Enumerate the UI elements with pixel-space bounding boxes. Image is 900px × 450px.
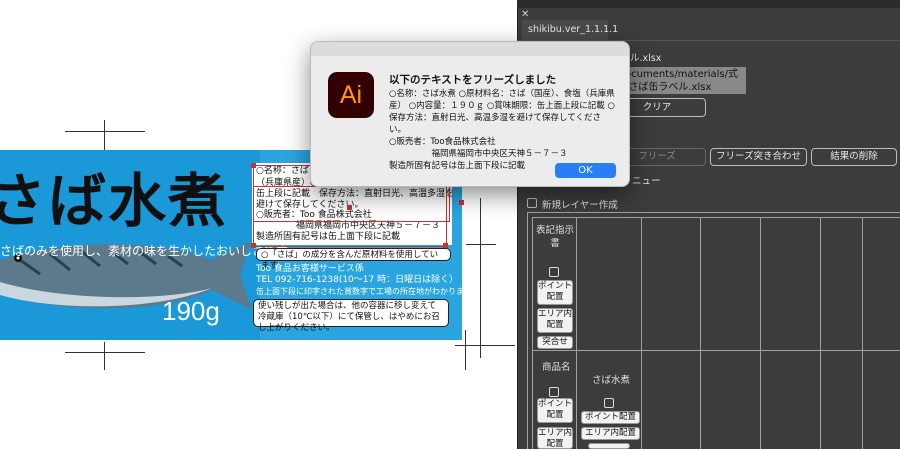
grid-line: [641, 217, 642, 449]
close-icon[interactable]: ✕: [521, 9, 529, 20]
grid-line: [532, 217, 900, 218]
crop-mark: [455, 345, 515, 346]
product-title: さば水煮: [0, 167, 229, 235]
grid-line: [527, 212, 528, 449]
grid-line: [527, 212, 900, 213]
grid-line: [532, 217, 533, 449]
ok-button[interactable]: OK: [555, 163, 616, 178]
service-line: 缶上面下段に印字された賞数字で工場の所在地がわかります: [256, 287, 472, 296]
crop-mark: [65, 131, 145, 132]
grid-line: [862, 217, 863, 449]
text-selection-box[interactable]: [253, 186, 450, 222]
grid-line: [576, 217, 577, 449]
selection-handle[interactable]: [347, 205, 352, 210]
dialog-message: ○名称：さば水煮 ○原材料名：さば（国産）、食塩（兵庫県産） ○内容量：１９０ｇ…: [389, 89, 615, 171]
menu-label: ニュー: [632, 176, 661, 187]
grid-line: [700, 217, 701, 449]
row-label-product: 商品名: [542, 362, 571, 373]
point-place-button[interactable]: ポイント配置: [537, 280, 573, 305]
point-place-button[interactable]: ポイント配置: [537, 398, 573, 423]
file-path-field[interactable]: ocuments/materials/式 /さば缶ラベル.xlsx: [622, 67, 746, 94]
crop-mark: [480, 198, 481, 358]
freeze-match-button[interactable]: フリーズ突き合わせ: [710, 148, 807, 166]
crop-mark: [65, 352, 145, 353]
storage-note: 使い残しが出た場合は、他の容器に移し変えて冷蔵庫（10℃以下）にて保管し、はやめ…: [253, 299, 449, 333]
panel-tab[interactable]: shikibu.ver_1.1.1.1: [522, 20, 618, 40]
value-checkbox[interactable]: [604, 398, 614, 408]
match-button[interactable]: [588, 443, 630, 449]
new-layer-label: 新規レイヤー作成: [542, 200, 618, 211]
crop-mark: [104, 120, 105, 150]
service-line: Too 食品お客様サービス係: [256, 264, 364, 274]
path-line: /さば缶ラベル.xlsx: [625, 82, 712, 93]
match-button[interactable]: 突合せ: [537, 336, 573, 349]
selection-handle[interactable]: [251, 163, 256, 168]
crop-mark: [465, 330, 466, 370]
product-value: さば水煮: [592, 375, 631, 386]
row-label-spec: 表記指示書: [536, 225, 575, 249]
panel-top-strip: [517, 0, 900, 8]
grid-line: [532, 350, 900, 351]
service-line: TEL 092-716-1238(10～17 時：日曜日は除く）: [256, 275, 459, 285]
crop-mark: [104, 342, 105, 370]
dialog-heading: 以下のテキストをフリーズしました: [389, 74, 557, 86]
grid-line: [820, 217, 821, 449]
area-place-button[interactable]: エリア内配置: [537, 308, 573, 333]
crop-mark: [466, 244, 496, 245]
selection-handle[interactable]: [251, 243, 256, 248]
grid-line: [760, 217, 761, 449]
illustrator-app-icon: Ai: [328, 72, 374, 118]
label-weight: 190g: [162, 296, 220, 326]
row-checkbox[interactable]: [549, 387, 559, 397]
allergen-note: ○「さば」の成分を含んだ原材料を使用しています: [256, 248, 451, 271]
area-place-button[interactable]: エリア内配置: [581, 427, 640, 440]
area-place-button[interactable]: エリア内配置: [537, 427, 573, 449]
point-place-button[interactable]: ポイント配置: [581, 411, 640, 424]
new-layer-checkbox[interactable]: [527, 198, 537, 208]
selection-handle[interactable]: [459, 200, 464, 205]
label-tagline: さばのみを使用し、素材の味を生かしたおいしさです: [0, 244, 289, 258]
path-line: ocuments/materials/式: [625, 69, 739, 80]
file-label: ル.xlsx: [630, 53, 662, 64]
row-checkbox[interactable]: [549, 267, 559, 277]
dialog-titlebar[interactable]: [311, 42, 629, 56]
clear-result-button[interactable]: 結果の削除: [811, 148, 897, 166]
